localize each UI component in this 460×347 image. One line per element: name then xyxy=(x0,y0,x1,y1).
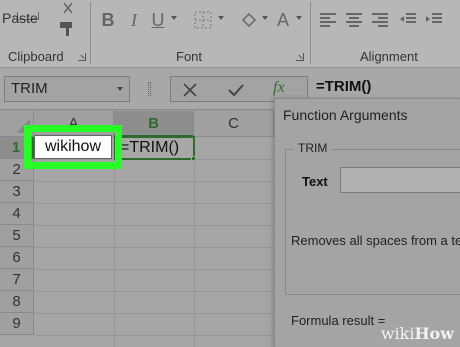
grid-line xyxy=(34,313,274,314)
column-header-c[interactable]: C xyxy=(194,111,274,137)
column-header-b[interactable]: B xyxy=(114,111,194,137)
grid-line xyxy=(34,203,274,204)
watermark-how: How xyxy=(414,324,454,343)
grid-line xyxy=(194,137,195,347)
function-description: Removes all spaces from a tex xyxy=(291,233,460,248)
enter-check-icon[interactable] xyxy=(227,81,245,104)
bold-button[interactable]: B xyxy=(98,8,118,32)
text-arg-input[interactable] xyxy=(340,167,460,193)
cancel-icon[interactable] xyxy=(181,81,199,104)
grid-line xyxy=(34,225,274,226)
row-header[interactable]: 8 xyxy=(0,291,34,313)
italic-button[interactable]: I xyxy=(124,8,144,32)
cut-icon[interactable] xyxy=(60,2,76,14)
align-center-icon[interactable] xyxy=(344,8,364,32)
align-left-icon[interactable] xyxy=(318,8,338,32)
row-header[interactable]: 7 xyxy=(0,269,34,291)
grid-line xyxy=(34,247,274,248)
function-arguments-dialog: Function Arguments TRIM Text Removes all… xyxy=(274,98,460,347)
fill-color-dropdown-icon[interactable] xyxy=(262,16,268,20)
insert-function-button[interactable]: fx xyxy=(273,79,285,97)
row-header[interactable]: 9 xyxy=(0,313,34,335)
font-color-dropdown-icon[interactable] xyxy=(296,16,302,20)
row-header[interactable]: 3 xyxy=(0,181,34,203)
formula-input[interactable]: =TRIM() xyxy=(316,78,371,95)
formula-result: Formula result = xyxy=(291,313,386,328)
grid-line xyxy=(34,181,274,182)
fill-handle[interactable] xyxy=(191,156,196,161)
alignment-group-label: Alignment xyxy=(360,49,418,64)
cell-a1[interactable]: wikihow xyxy=(34,135,112,159)
grid-line xyxy=(34,291,274,292)
grid-line xyxy=(34,269,274,270)
wikihow-watermark: wikiHow xyxy=(381,324,454,343)
function-name: TRIM xyxy=(294,141,332,155)
clipboard-group-label: Clipboard xyxy=(8,49,64,64)
ribbon: Paste Clipboard B I U A Font Alignment xyxy=(0,0,460,68)
underline-dropdown-icon[interactable] xyxy=(171,16,177,20)
name-box-dropdown-icon[interactable] xyxy=(117,87,123,91)
font-group-label: Font xyxy=(176,49,203,64)
paste-button[interactable]: Paste xyxy=(2,2,54,30)
ribbon-separator xyxy=(90,2,91,64)
clipboard-launcher-icon[interactable] xyxy=(78,53,86,61)
watermark-wiki: wiki xyxy=(380,324,415,343)
font-launcher-icon[interactable] xyxy=(296,53,304,61)
formula-bar-grip-icon xyxy=(148,82,151,96)
function-fieldset: TRIM Text xyxy=(285,141,460,295)
align-right-icon[interactable] xyxy=(370,8,390,32)
row-header[interactable]: 5 xyxy=(0,225,34,247)
dialog-title: Function Arguments xyxy=(283,107,408,123)
increase-indent-icon[interactable] xyxy=(424,8,444,32)
font-color-button[interactable]: A xyxy=(272,8,294,32)
borders-dropdown-icon[interactable] xyxy=(218,16,224,20)
text-arg-label: Text xyxy=(302,174,328,189)
row-header[interactable]: 6 xyxy=(0,247,34,269)
cell-b1[interactable]: =TRIM() xyxy=(114,136,195,160)
ribbon-separator xyxy=(310,2,311,64)
format-painter-icon[interactable] xyxy=(58,20,76,38)
borders-icon[interactable] xyxy=(192,8,214,32)
row-header[interactable]: 4 xyxy=(0,203,34,225)
name-box[interactable]: TRIM xyxy=(4,76,130,102)
paste-label: Paste xyxy=(2,10,38,26)
decrease-indent-icon[interactable] xyxy=(398,8,418,32)
underline-button[interactable]: U xyxy=(148,8,168,32)
grid-line xyxy=(34,335,274,336)
fill-color-icon[interactable] xyxy=(238,8,260,32)
